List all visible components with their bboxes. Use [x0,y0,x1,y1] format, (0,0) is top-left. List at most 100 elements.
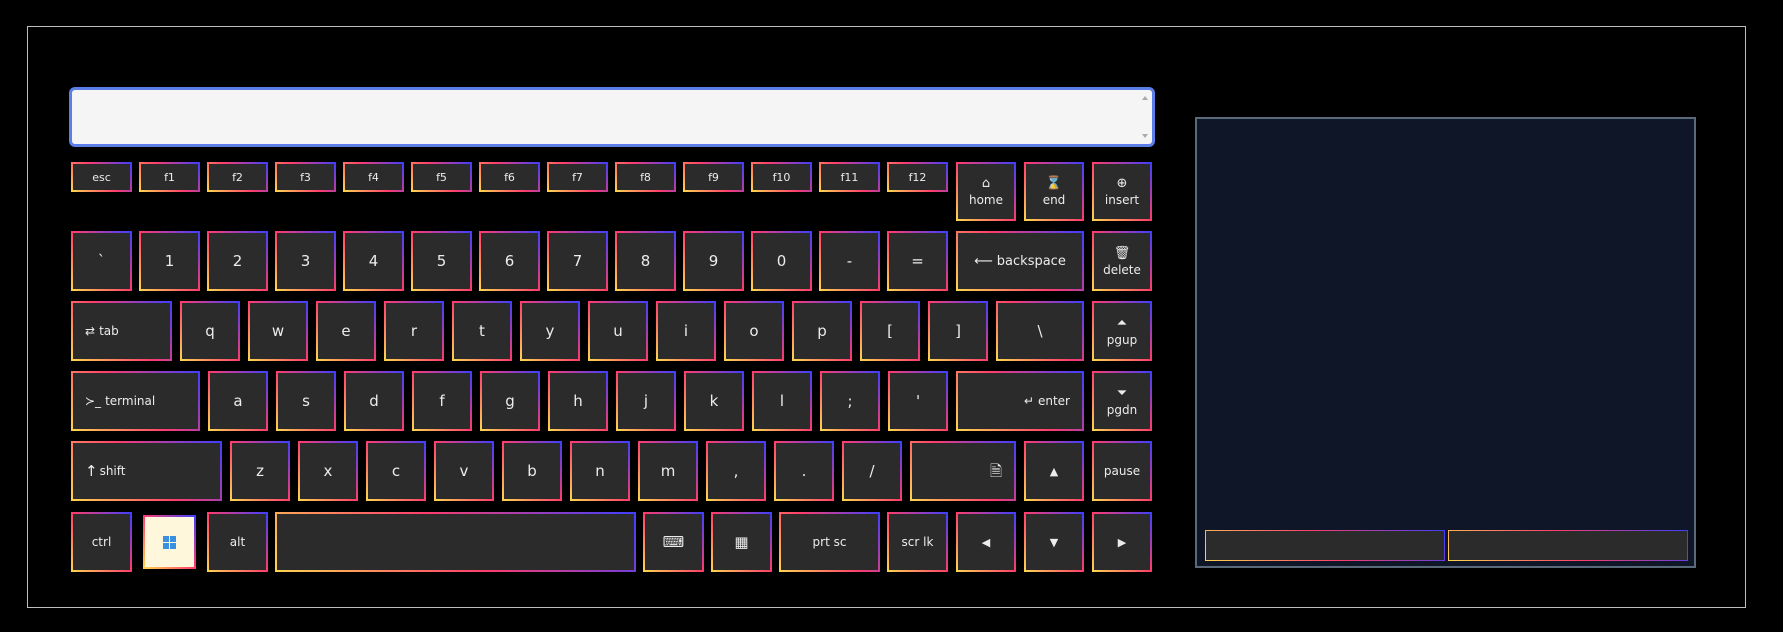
key-v[interactable]: v [434,441,494,501]
key-q[interactable]: q [180,301,240,361]
key-esc[interactable]: esc [71,162,132,192]
key-arrow-down[interactable]: ▼ [1024,512,1084,572]
key-2[interactable]: 2 [207,231,268,291]
key-e[interactable]: e [316,301,376,361]
key-pause[interactable]: pause [1092,441,1152,501]
key-period[interactable]: . [774,441,834,501]
key-u[interactable]: u [588,301,648,361]
key-f1[interactable]: f1 [139,162,200,192]
key-f11[interactable]: f11 [819,162,880,192]
key-f5[interactable]: f5 [411,162,472,192]
caret-right-icon: ▶ [1117,535,1127,549]
key-insert[interactable]: ⊕ insert [1092,162,1152,221]
home-icon: ⌂ [981,176,991,191]
touchpad-left-button[interactable] [1205,530,1445,561]
key-p[interactable]: p [792,301,852,361]
key-quote[interactable]: ' [888,371,948,431]
touchpad-right-button[interactable] [1448,530,1688,561]
key-7[interactable]: 7 [547,231,608,291]
key-1[interactable]: 1 [139,231,200,291]
key-tab[interactable]: ⇄ tab [71,301,172,361]
key-w[interactable]: w [248,301,308,361]
key-enter[interactable]: ↵ enter [956,371,1084,431]
key-end[interactable]: ⌛ end [1024,162,1084,221]
key-o[interactable]: o [724,301,784,361]
keyboard-icon: ⌨ [662,532,685,551]
key-f8[interactable]: f8 [615,162,676,192]
key-g[interactable]: g [480,371,540,431]
key-6[interactable]: 6 [479,231,540,291]
key-backtick[interactable]: ` [71,231,132,291]
key-keyboard[interactable]: ⌨ [643,512,704,572]
key-delete[interactable]: 🗑 delete [1092,231,1152,291]
key-s[interactable]: s [276,371,336,431]
plus-circle-icon: ⊕ [1116,176,1128,191]
key-a[interactable]: a [208,371,268,431]
key-arrow-left[interactable]: ◀ [956,512,1016,572]
scroll-up-arrow-icon[interactable] [1142,96,1148,100]
text-input[interactable] [69,87,1155,147]
key-minus[interactable]: - [819,231,880,291]
key-f6[interactable]: f6 [479,162,540,192]
scroll-down-arrow-icon[interactable] [1142,134,1148,138]
key-m[interactable]: m [638,441,698,501]
key-scrlk[interactable]: scr lk [887,512,948,572]
key-arrow-right[interactable]: ▶ [1092,512,1152,572]
key-f7[interactable]: f7 [547,162,608,192]
key-f3[interactable]: f3 [275,162,336,192]
key-y[interactable]: y [520,301,580,361]
key-right-bracket[interactable]: ] [928,301,988,361]
key-n[interactable]: n [570,441,630,501]
key-f12[interactable]: f12 [887,162,948,192]
key-l[interactable]: l [752,371,812,431]
key-pgup[interactable]: ⏶ pgup [1092,301,1152,361]
key-space[interactable] [275,512,636,572]
key-8[interactable]: 8 [615,231,676,291]
key-b[interactable]: b [502,441,562,501]
key-x[interactable]: x [298,441,358,501]
key-terminal[interactable]: ≻_ terminal [71,371,200,431]
key-shift[interactable]: ↑ shift [71,441,222,501]
key-0[interactable]: 0 [751,231,812,291]
key-4[interactable]: 4 [343,231,404,291]
key-t[interactable]: t [452,301,512,361]
key-f2[interactable]: f2 [207,162,268,192]
key-z[interactable]: z [230,441,290,501]
key-backslash[interactable]: \ [996,301,1084,361]
key-shift-label: shift [99,464,126,478]
key-c[interactable]: c [366,441,426,501]
key-prtsc[interactable]: prt sc [779,512,880,572]
key-alt[interactable]: alt [207,512,268,572]
key-f[interactable]: f [412,371,472,431]
key-equals[interactable]: = [887,231,948,291]
key-ctrl[interactable]: ctrl [71,512,132,572]
key-f9[interactable]: f9 [683,162,744,192]
key-backspace[interactable]: ⟵ backspace [956,231,1084,291]
key-comma[interactable]: , [706,441,766,501]
key-k[interactable]: k [684,371,744,431]
key-calculator[interactable]: ▦ [711,512,772,572]
key-pgdn[interactable]: ⏷ pgdn [1092,371,1152,431]
calculator-icon: ▦ [734,532,749,551]
key-5[interactable]: 5 [411,231,472,291]
key-slash[interactable]: / [842,441,902,501]
key-arrow-up[interactable]: ▲ [1024,441,1084,501]
key-insert-label: insert [1104,193,1140,207]
key-3[interactable]: 3 [275,231,336,291]
key-r[interactable]: r [384,301,444,361]
key-h[interactable]: h [548,371,608,431]
key-windows[interactable] [143,515,196,569]
touchpad[interactable] [1195,117,1696,568]
document-icon: 🗎 [989,461,1002,480]
key-semicolon[interactable]: ; [820,371,880,431]
key-d[interactable]: d [344,371,404,431]
key-home[interactable]: ⌂ home [956,162,1016,221]
key-document[interactable]: 🗎 [910,441,1016,501]
key-9[interactable]: 9 [683,231,744,291]
key-i[interactable]: i [656,301,716,361]
key-f4[interactable]: f4 [343,162,404,192]
key-left-bracket[interactable]: [ [860,301,920,361]
key-pgdn-label: pgdn [1106,402,1138,417]
key-j[interactable]: j [616,371,676,431]
key-f10[interactable]: f10 [751,162,812,192]
